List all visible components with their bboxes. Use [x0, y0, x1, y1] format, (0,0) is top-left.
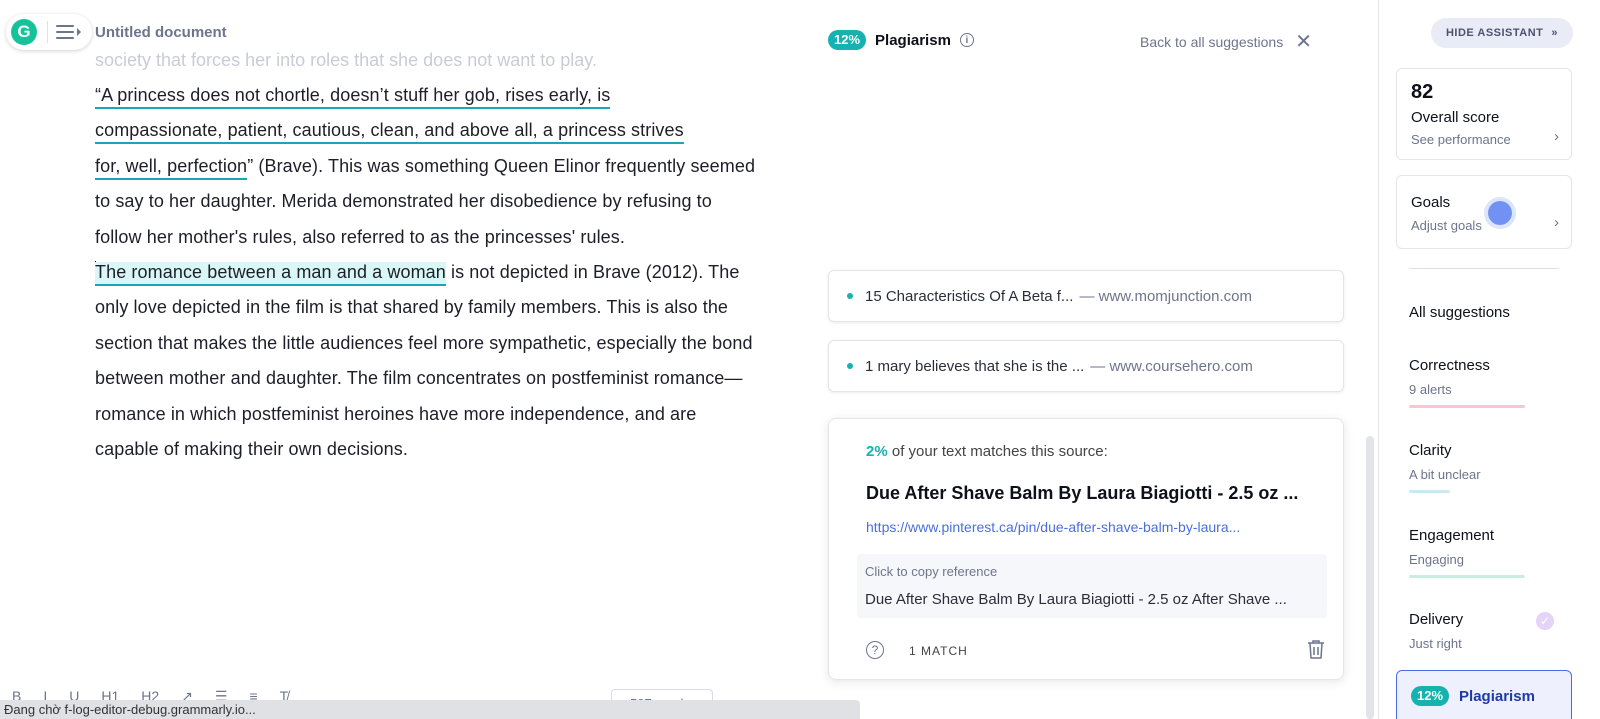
see-performance-link: See performance	[1411, 132, 1511, 147]
source-snippet: 1 mary believes that she is the ...	[865, 357, 1085, 375]
all-suggestions-label: All suggestions	[1409, 304, 1510, 321]
category-status: 9 alerts	[1409, 382, 1452, 397]
plagiarism-underline[interactable]: “A princess does not chortle, doesn’t st…	[95, 85, 611, 109]
paragraph-2: The romance between a man and a woman is…	[95, 255, 760, 467]
adjust-goals-link: Adjust goals	[1411, 218, 1482, 233]
back-to-suggestions-link[interactable]: Back to all suggestions ✕	[1140, 32, 1312, 52]
browser-status-bar: Đang chờ f-log-editor-debug.grammarly.io…	[0, 700, 860, 719]
divider	[47, 21, 48, 43]
source-domain: — www.coursehero.com	[1090, 357, 1253, 375]
hamburger-menu-icon[interactable]	[56, 25, 74, 39]
category-name: Clarity	[1409, 442, 1452, 459]
grammarly-menu-pill[interactable]: G	[6, 14, 92, 50]
hide-assistant-button[interactable]: HIDE ASSISTANT »	[1431, 18, 1573, 48]
source-detail-card: 2% of your text matches this source: Due…	[828, 418, 1344, 680]
source-card[interactable]: 15 Characteristics Of A Beta f... — www.…	[828, 270, 1344, 322]
scrollbar[interactable]	[1366, 436, 1374, 719]
source-title: Due After Shave Balm By Laura Biagiotti …	[866, 483, 1299, 503]
category-correctness[interactable]: Correctness 9 alerts	[1409, 357, 1554, 408]
category-status: Engaging	[1409, 552, 1464, 567]
overall-score-card[interactable]: 82 Overall score See performance ›	[1396, 68, 1572, 160]
plagiarism-label: Plagiarism	[1459, 687, 1535, 705]
category-bar	[1409, 575, 1525, 578]
info-icon[interactable]: i	[959, 33, 974, 47]
match-summary: 2% of your text matches this source:	[866, 443, 1108, 460]
reference-text: Due After Shave Balm By Laura Biagiotti …	[865, 591, 1287, 608]
category-bar	[1409, 405, 1525, 408]
plagiarism-title: Plagiarism	[875, 31, 951, 49]
all-suggestions-item[interactable]: All suggestions	[1409, 304, 1510, 321]
divider	[1409, 268, 1559, 269]
category-status: Just right	[1409, 636, 1462, 651]
plagiarism-underline[interactable]: compassionate, patient, cautious, clean,…	[95, 120, 684, 145]
double-chevron-right-icon: »	[1551, 27, 1559, 39]
faded-text-line: society that forces her into roles that …	[95, 50, 597, 70]
source-snippet: 15 Characteristics Of A Beta f...	[865, 287, 1074, 305]
plagiarism-percent-badge: 12%	[1411, 686, 1450, 706]
back-label: Back to all suggestions	[1140, 34, 1284, 50]
bullet-dot	[847, 363, 853, 369]
trash-icon[interactable]	[1307, 639, 1325, 664]
plagiarism-sidebar-item[interactable]: 12% Plagiarism	[1396, 670, 1572, 719]
plagiarism-underline[interactable]: for, well, perfection	[95, 155, 248, 180]
hide-assistant-label: HIDE ASSISTANT	[1445, 27, 1544, 39]
document-title[interactable]: Untitled document	[95, 24, 227, 41]
copy-reference-label: Click to copy reference	[865, 564, 998, 579]
caret-right-icon	[77, 28, 81, 36]
overall-score-value: 82	[1411, 81, 1434, 103]
grammarly-editor: G Untitled document society that forces …	[0, 0, 1600, 719]
source-card[interactable]: 1 mary believes that she is the ... — ww…	[828, 340, 1344, 392]
goals-title: Goals	[1411, 194, 1451, 211]
help-icon[interactable]: ?	[866, 641, 884, 659]
goals-card[interactable]: Goals Adjust goals ›	[1396, 175, 1572, 249]
paragraph-1: “A princess does not chortle, doesn’t st…	[95, 78, 760, 255]
assistant-sidebar: HIDE ASSISTANT » 82 Overall score See pe…	[1378, 0, 1600, 719]
category-name: Correctness	[1409, 357, 1490, 374]
category-name: Engagement	[1409, 527, 1495, 544]
category-engagement[interactable]: Engagement Engaging	[1409, 527, 1554, 578]
mouse-cursor-indicator	[1488, 201, 1512, 225]
category-clarity[interactable]: Clarity A bit unclear	[1409, 442, 1554, 493]
document-body[interactable]: “A princess does not chortle, doesn’t st…	[95, 78, 760, 467]
chevron-right-icon: ›	[1554, 128, 1559, 145]
match-text: of your text matches this source:	[891, 443, 1108, 460]
category-delivery[interactable]: Delivery Just right	[1409, 611, 1554, 651]
category-status: A bit unclear	[1409, 467, 1481, 482]
bullet-dot	[847, 293, 853, 299]
overall-score-title: Overall score	[1411, 109, 1500, 126]
category-bar	[1409, 490, 1450, 493]
copy-reference-box[interactable]: Click to copy reference Due After Shave …	[857, 554, 1327, 618]
source-domain: — www.momjunction.com	[1079, 287, 1252, 305]
close-icon[interactable]: ✕	[1295, 32, 1312, 52]
source-url-link[interactable]: https://www.pinterest.ca/pin/due-after-s…	[866, 519, 1240, 535]
category-name: Delivery	[1409, 611, 1464, 628]
chevron-right-icon: ›	[1554, 214, 1559, 231]
check-icon: ✓	[1536, 612, 1554, 630]
match-count: 1 MATCH	[909, 644, 968, 658]
plagiarism-header: 12% Plagiarism i	[828, 30, 974, 50]
grammarly-logo-icon: G	[11, 19, 37, 45]
active-plagiarism-highlight[interactable]: The romance between a man and a woman	[95, 262, 446, 287]
plagiarism-percent-badge: 12%	[828, 30, 867, 50]
match-percent: 2%	[866, 443, 888, 460]
paragraph-text: is not depicted in Brave (2012). The onl…	[95, 262, 753, 460]
